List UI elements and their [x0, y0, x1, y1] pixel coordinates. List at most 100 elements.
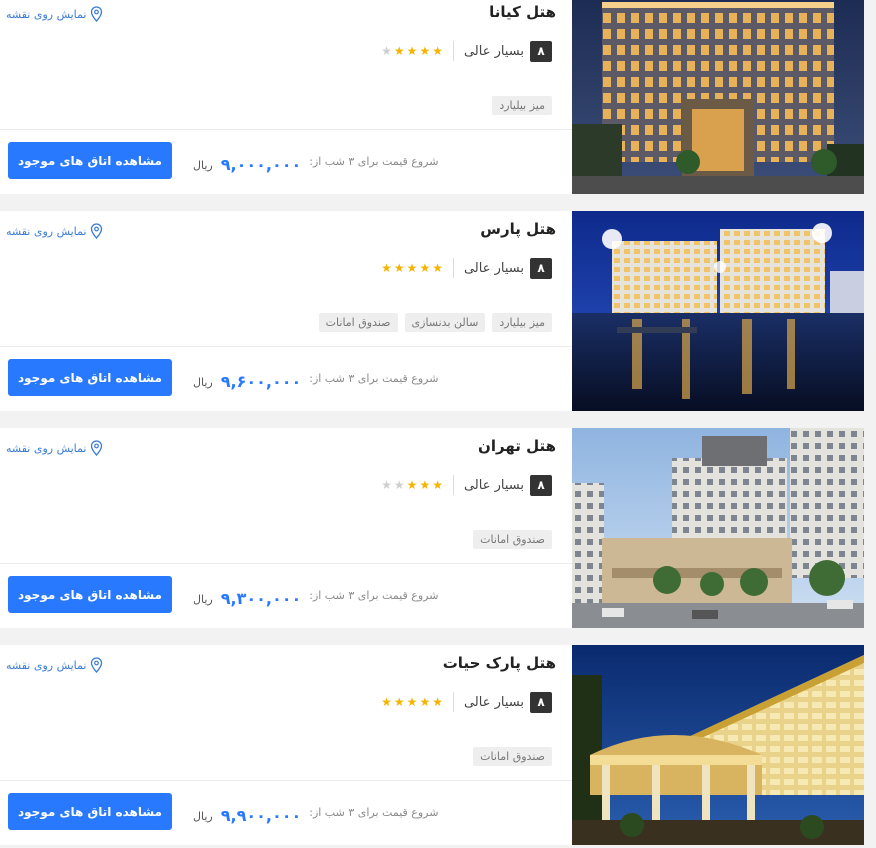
score-badge: ۸ [530, 40, 552, 62]
price-value: ۹,۰۰۰,۰۰۰ [220, 155, 302, 174]
divider [0, 563, 572, 564]
star-filled-icon: ★ [419, 44, 431, 58]
view-rooms-button[interactable]: مشاهده اتاق های موجود [8, 142, 172, 179]
star-empty-icon: ★ [381, 44, 392, 58]
view-rooms-button[interactable]: مشاهده اتاق های موجود [8, 359, 172, 396]
currency-label: ریال [193, 159, 213, 172]
score-badge: ۸ [530, 691, 552, 713]
rating-row: ۸ بسیار عالی ★ ★ ★ ★ ★ [381, 40, 552, 62]
star-filled-icon: ★ [419, 695, 431, 709]
map-link-label: نمایش روی نقشه [6, 658, 87, 672]
star-filled-icon: ★ [432, 44, 443, 58]
hotel-card-body: هتل پارس نمایش روی نقشه ۸ بسیار عالی ★ ★ ★… [0, 211, 572, 411]
view-rooms-button[interactable]: مشاهده اتاق های موجود [8, 576, 172, 613]
amenities-list: صندوق امانات [473, 747, 552, 766]
divider [0, 129, 572, 130]
price-value: ۹,۳۰۰,۰۰۰ [220, 589, 302, 608]
amenity-tag: صندوق امانات [473, 530, 552, 549]
star-rating: ★ ★ ★ ★ ★ [381, 479, 443, 491]
score-label: بسیار عالی [463, 43, 524, 59]
map-pin-icon [91, 657, 103, 673]
hotel-photo[interactable] [572, 645, 864, 845]
star-filled-icon: ★ [393, 695, 405, 709]
star-empty-icon: ★ [381, 478, 392, 492]
hotel-name[interactable]: هتل تهران [478, 437, 556, 455]
amenities-list: میز بیلیارد [492, 96, 552, 115]
star-filled-icon: ★ [432, 478, 443, 492]
hotel-name[interactable]: هتل کیانا [489, 3, 556, 21]
show-on-map-link[interactable]: نمایش روی نقشه [6, 657, 103, 673]
score-label: بسیار عالی [463, 260, 524, 276]
star-filled-icon: ★ [406, 478, 418, 492]
hotel-card: هتل تهران نمایش روی نقشه ۸ بسیار عالی ★ ★… [0, 428, 864, 628]
star-filled-icon: ★ [406, 44, 418, 58]
map-link-label: نمایش روی نقشه [6, 7, 87, 21]
score-badge: ۸ [530, 257, 552, 279]
show-on-map-link[interactable]: نمایش روی نقشه [6, 440, 103, 456]
show-on-map-link[interactable]: نمایش روی نقشه [6, 223, 103, 239]
view-rooms-button[interactable]: مشاهده اتاق های موجود [8, 793, 172, 830]
star-filled-icon: ★ [381, 261, 392, 275]
currency-label: ریال [193, 593, 213, 606]
divider [0, 346, 572, 347]
amenity-tag: سالن بدنسازی [404, 313, 486, 332]
amenity-tag: صندوق امانات [318, 313, 398, 332]
rating-row: ۸ بسیار عالی ★ ★ ★ ★ ★ [381, 691, 552, 713]
divider [452, 258, 454, 278]
star-empty-icon: ★ [393, 478, 405, 492]
hotel-card: هتل کیانا نمایش روی نقشه ۸ بسیار عالی ★ ★… [0, 0, 864, 194]
score-label: بسیار عالی [463, 477, 524, 493]
hotel-card-body: هتل کیانا نمایش روی نقشه ۸ بسیار عالی ★ ★… [0, 0, 572, 194]
map-pin-icon [91, 223, 103, 239]
amenities-list: میز بیلیارد سالن بدنسازی صندوق امانات [318, 313, 552, 332]
hotel-name[interactable]: هتل پارس [480, 220, 556, 238]
divider [0, 780, 572, 781]
hotel-photo[interactable] [572, 0, 864, 194]
currency-label: ریال [193, 810, 213, 823]
price-prefix: شروع قیمت برای ۳ شب از: [309, 806, 439, 819]
star-filled-icon: ★ [419, 478, 431, 492]
hotel-photo[interactable] [572, 428, 864, 628]
score-badge: ۸ [530, 474, 552, 496]
map-link-label: نمایش روی نقشه [6, 441, 87, 455]
currency-label: ریال [193, 376, 213, 389]
price-prefix: شروع قیمت برای ۳ شب از: [309, 372, 439, 385]
price-row: شروع قیمت برای ۳ شب از: ۹,۹۰۰,۰۰۰ ریال [193, 799, 438, 825]
price-value: ۹,۶۰۰,۰۰۰ [220, 372, 302, 391]
star-filled-icon: ★ [393, 261, 405, 275]
amenity-tag: میز بیلیارد [492, 96, 552, 115]
price-prefix: شروع قیمت برای ۳ شب از: [309, 589, 439, 602]
price-prefix: شروع قیمت برای ۳ شب از: [309, 155, 439, 168]
show-on-map-link[interactable]: نمایش روی نقشه [6, 6, 103, 22]
map-pin-icon [91, 6, 103, 22]
price-row: شروع قیمت برای ۳ شب از: ۹,۶۰۰,۰۰۰ ریال [193, 365, 438, 391]
star-filled-icon: ★ [419, 261, 431, 275]
star-filled-icon: ★ [381, 695, 392, 709]
hotel-card-body: هتل پارک حیات نمایش روی نقشه ۸ بسیار عال… [0, 645, 572, 845]
hotel-card: هتل پارس نمایش روی نقشه ۸ بسیار عالی ★ ★ ★… [0, 211, 864, 411]
price-row: شروع قیمت برای ۳ شب از: ۹,۳۰۰,۰۰۰ ریال [193, 582, 438, 608]
hotel-card-body: هتل تهران نمایش روی نقشه ۸ بسیار عالی ★ ★… [0, 428, 572, 628]
star-filled-icon: ★ [432, 695, 443, 709]
divider [452, 41, 454, 61]
amenity-tag: صندوق امانات [473, 747, 552, 766]
hotel-name[interactable]: هتل پارک حیات [443, 654, 556, 672]
star-rating: ★ ★ ★ ★ ★ [381, 696, 443, 708]
score-label: بسیار عالی [463, 694, 524, 710]
hotel-card: هتل پارک حیات نمایش روی نقشه ۸ بسیار عال… [0, 645, 864, 845]
amenity-tag: میز بیلیارد [492, 313, 552, 332]
star-rating: ★ ★ ★ ★ ★ [381, 45, 443, 57]
divider [452, 692, 454, 712]
rating-row: ۸ بسیار عالی ★ ★ ★ ★ ★ [381, 257, 552, 279]
star-rating: ★ ★ ★ ★ ★ [381, 262, 443, 274]
price-row: شروع قیمت برای ۳ شب از: ۹,۰۰۰,۰۰۰ ریال [193, 148, 438, 174]
amenities-list: صندوق امانات [473, 530, 552, 549]
map-pin-icon [91, 440, 103, 456]
star-filled-icon: ★ [393, 44, 405, 58]
hotel-photo[interactable] [572, 211, 864, 411]
price-value: ۹,۹۰۰,۰۰۰ [220, 806, 302, 825]
star-filled-icon: ★ [406, 261, 418, 275]
map-link-label: نمایش روی نقشه [6, 224, 87, 238]
rating-row: ۸ بسیار عالی ★ ★ ★ ★ ★ [381, 474, 552, 496]
star-filled-icon: ★ [432, 261, 443, 275]
